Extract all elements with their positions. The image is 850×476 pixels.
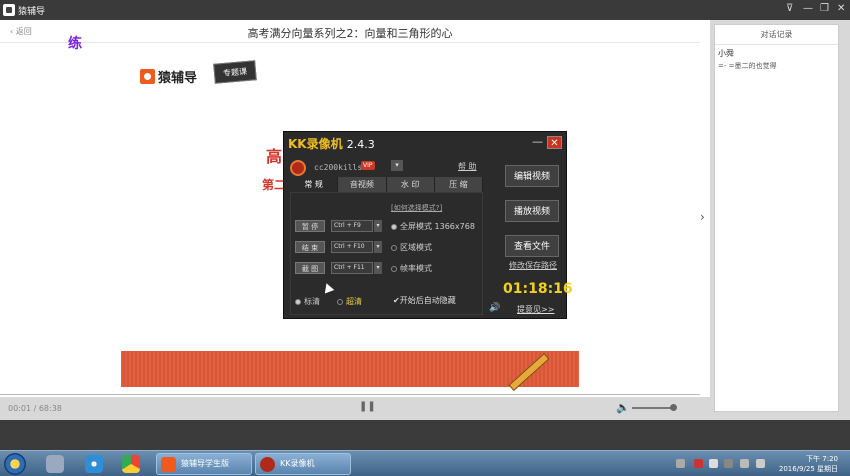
- volume-icon[interactable]: 🔈: [616, 401, 630, 414]
- tab-general[interactable]: 常 规: [290, 177, 339, 192]
- system-clock[interactable]: 下午 7:20 2016/9/25 星期日: [772, 454, 838, 474]
- brand-icon: [140, 69, 155, 84]
- tray-kk-icon[interactable]: [694, 459, 703, 468]
- kk-version: 2.4.3: [346, 138, 375, 151]
- yuanfudao-icon: [161, 457, 176, 472]
- tab-compress[interactable]: 压 缩: [435, 177, 483, 192]
- app-logo-icon: [3, 4, 15, 16]
- tray-network-icon[interactable]: [740, 459, 749, 468]
- minimize-button[interactable]: —: [803, 3, 813, 14]
- brand-name: 猿辅导: [158, 71, 198, 86]
- player-bottom-band: [0, 420, 850, 450]
- task-kk-recorder[interactable]: KK录像机 01:18:16: [255, 453, 351, 475]
- kk-recorder-icon: [260, 457, 275, 472]
- vip-badge: VIP: [361, 161, 375, 170]
- edit-video-button[interactable]: 编辑视频: [505, 165, 559, 187]
- help-link[interactable]: 帮 助: [458, 161, 477, 172]
- app-titlebar: 猿辅导 ⊽ — ❐ ✕: [0, 0, 850, 20]
- general-panel: [如何选择模式?] 暂 停 Ctrl + F9 ▾ 结 束 Ctrl + F10…: [290, 192, 483, 315]
- auto-hide-checkbox[interactable]: ✔开始后自动隐藏: [393, 295, 456, 306]
- screenshot-hotkey-field[interactable]: Ctrl + F11: [331, 262, 373, 274]
- tray-flag-icon[interactable]: [724, 459, 733, 468]
- tab-watermark[interactable]: 水 印: [387, 177, 435, 192]
- user-avatar: [290, 160, 306, 176]
- account-dropdown[interactable]: ▾: [391, 160, 403, 171]
- tray-expand-icon[interactable]: [676, 459, 685, 468]
- tray-app-icon[interactable]: [709, 459, 718, 468]
- standard-quality-radio[interactable]: 标清: [295, 296, 320, 307]
- stop-hotkey-dropdown[interactable]: ▾: [374, 241, 382, 253]
- kk-minimize-button[interactable]: —: [532, 135, 543, 148]
- mode-help-link[interactable]: [如何选择模式?]: [391, 203, 442, 213]
- clock-time: 下午 7:20: [806, 455, 838, 463]
- speaker-icon[interactable]: 🔊: [489, 303, 500, 313]
- chrome-browser-icon[interactable]: [122, 455, 140, 473]
- kk-recorder-window: KK录像机 2.4.3 — ✕ cc200kills VIP ▾ 帮 助 常 规…: [283, 131, 573, 319]
- playback-time: 00:01 / 68:38: [8, 404, 62, 413]
- windows-taskbar: 猿辅导学生版 KK录像机 01:18:16 下午 7:20 2016/9/25 …: [0, 450, 850, 476]
- checkmark-icon: ✔: [393, 296, 400, 305]
- chat-panel: 对话记录 小舜 =- =墨二的也觉得: [714, 24, 839, 412]
- mouse-cursor-icon: [321, 281, 335, 294]
- restore-button[interactable]: ❐: [820, 3, 829, 14]
- task-yuanfudao[interactable]: 猿辅导学生版: [156, 453, 252, 475]
- view-files-button[interactable]: 查看文件: [505, 235, 559, 257]
- expand-chat-icon[interactable]: ›: [700, 210, 705, 224]
- fullscreen-mode-radio[interactable]: 全屏模式 1366x768: [391, 221, 475, 232]
- chat-username: 小舜: [718, 49, 734, 58]
- screenshot-button[interactable]: 截 图: [295, 262, 325, 274]
- volume-slider[interactable]: [632, 407, 674, 409]
- progress-bar[interactable]: [0, 394, 700, 395]
- ie-browser-icon[interactable]: [85, 455, 103, 473]
- start-button[interactable]: [4, 453, 26, 475]
- hd-quality-radio[interactable]: 超清: [337, 296, 362, 307]
- pause-hotkey-dropdown[interactable]: ▾: [374, 220, 382, 232]
- auto-hide-label: 开始后自动隐藏: [399, 296, 456, 305]
- special-course-tag: 专题课: [213, 60, 257, 84]
- framerate-mode-radio[interactable]: 帧率模式: [391, 263, 432, 274]
- feedback-link[interactable]: 提意见>>: [517, 304, 554, 315]
- stop-record-button[interactable]: 结 束: [295, 241, 325, 253]
- slide-title-partial: 高: [266, 147, 283, 166]
- puzzle-app-icon[interactable]: [46, 455, 64, 473]
- kk-tabs: 常 规 音视频 水 印 压 缩: [290, 177, 483, 192]
- chat-header: 对话记录: [715, 25, 838, 45]
- tray-volume-icon[interactable]: [756, 459, 765, 468]
- pause-button[interactable]: ❚❚: [359, 401, 376, 412]
- region-mode-radio[interactable]: 区域模式: [391, 242, 432, 253]
- kk-title: KK录像机 2.4.3: [288, 137, 375, 151]
- play-video-button[interactable]: 播放视频: [505, 200, 559, 222]
- pause-record-button[interactable]: 暂 停: [295, 220, 325, 232]
- kk-username: cc200kills: [314, 163, 363, 172]
- chat-message: =- =墨二的也觉得: [718, 62, 777, 70]
- change-save-path-link[interactable]: 修改保存路径: [509, 260, 557, 271]
- recording-timer: 01:18:16: [503, 281, 573, 297]
- close-button[interactable]: ✕: [837, 3, 845, 14]
- volume-knob[interactable]: [670, 404, 677, 411]
- annotation-mark: 练: [68, 36, 82, 52]
- tab-audio-video[interactable]: 音视频: [338, 177, 387, 192]
- collapse-icon[interactable]: ⊽: [786, 3, 793, 14]
- lesson-title: 高考满分向量系列之2：向量和三角形的心: [247, 27, 453, 40]
- brand-logo: 猿辅导: [140, 67, 197, 86]
- kk-close-button[interactable]: ✕: [547, 136, 562, 149]
- screenshot-hotkey-dropdown[interactable]: ▾: [374, 262, 382, 274]
- stop-hotkey-field[interactable]: Ctrl + F10: [331, 241, 373, 253]
- clock-date: 2016/9/25 星期日: [778, 465, 838, 473]
- header-divider: [0, 42, 700, 43]
- pause-hotkey-field[interactable]: Ctrl + F9: [331, 220, 373, 232]
- app-title: 猿辅导: [18, 7, 46, 17]
